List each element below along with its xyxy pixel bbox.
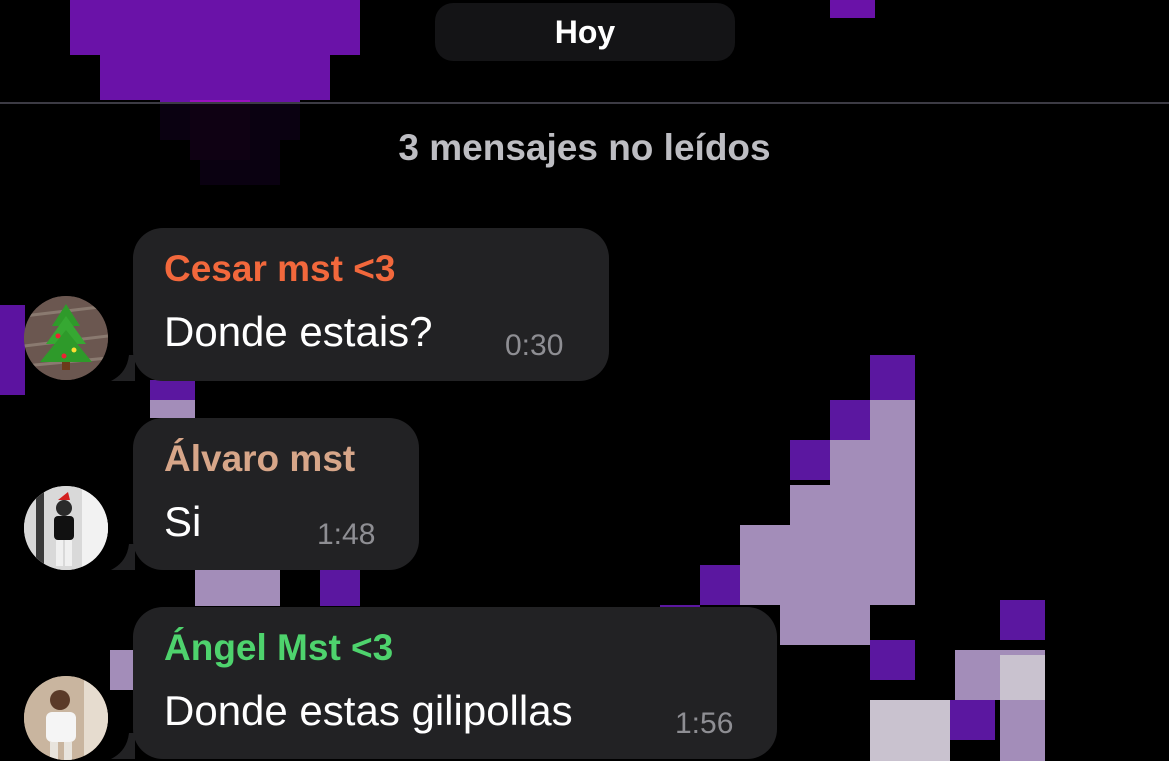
message-bubble[interactable]: Álvaro mst Si 1:48 [111, 418, 419, 570]
avatar-angel[interactable] [24, 676, 108, 760]
message-text: Donde estais? [164, 308, 433, 355]
bubble-tail [111, 544, 135, 570]
person-photo-icon [24, 486, 108, 570]
message-text: Si [164, 498, 202, 545]
message-time: 0:30 [505, 329, 564, 362]
bubble-tail [111, 733, 135, 759]
date-divider-label: Hoy [554, 13, 616, 50]
message-sender[interactable]: Cesar mst <3 [164, 248, 395, 290]
date-divider: Hoy [435, 3, 735, 61]
message-bubble[interactable]: Ángel Mst <3 Donde estas gilipollas 1:56 [111, 607, 777, 759]
bubble-tail [111, 355, 135, 381]
avatar-alvaro[interactable] [24, 486, 108, 570]
christmas-tree-icon [24, 296, 108, 380]
avatar-cesar[interactable] [24, 296, 108, 380]
message-time: 1:56 [675, 707, 734, 740]
message-sender[interactable]: Álvaro mst [164, 438, 355, 480]
message-bubble[interactable]: Cesar mst <3 Donde estais? 0:30 [111, 228, 609, 381]
message-sender[interactable]: Ángel Mst <3 [164, 627, 393, 669]
unread-messages-label: 3 mensajes no leídos [398, 127, 771, 168]
unread-messages-banner: 3 mensajes no leídos [0, 102, 1169, 192]
message-text: Donde estas gilipollas [164, 687, 573, 734]
person-photo-icon [24, 676, 108, 760]
message-time: 1:48 [317, 518, 376, 551]
